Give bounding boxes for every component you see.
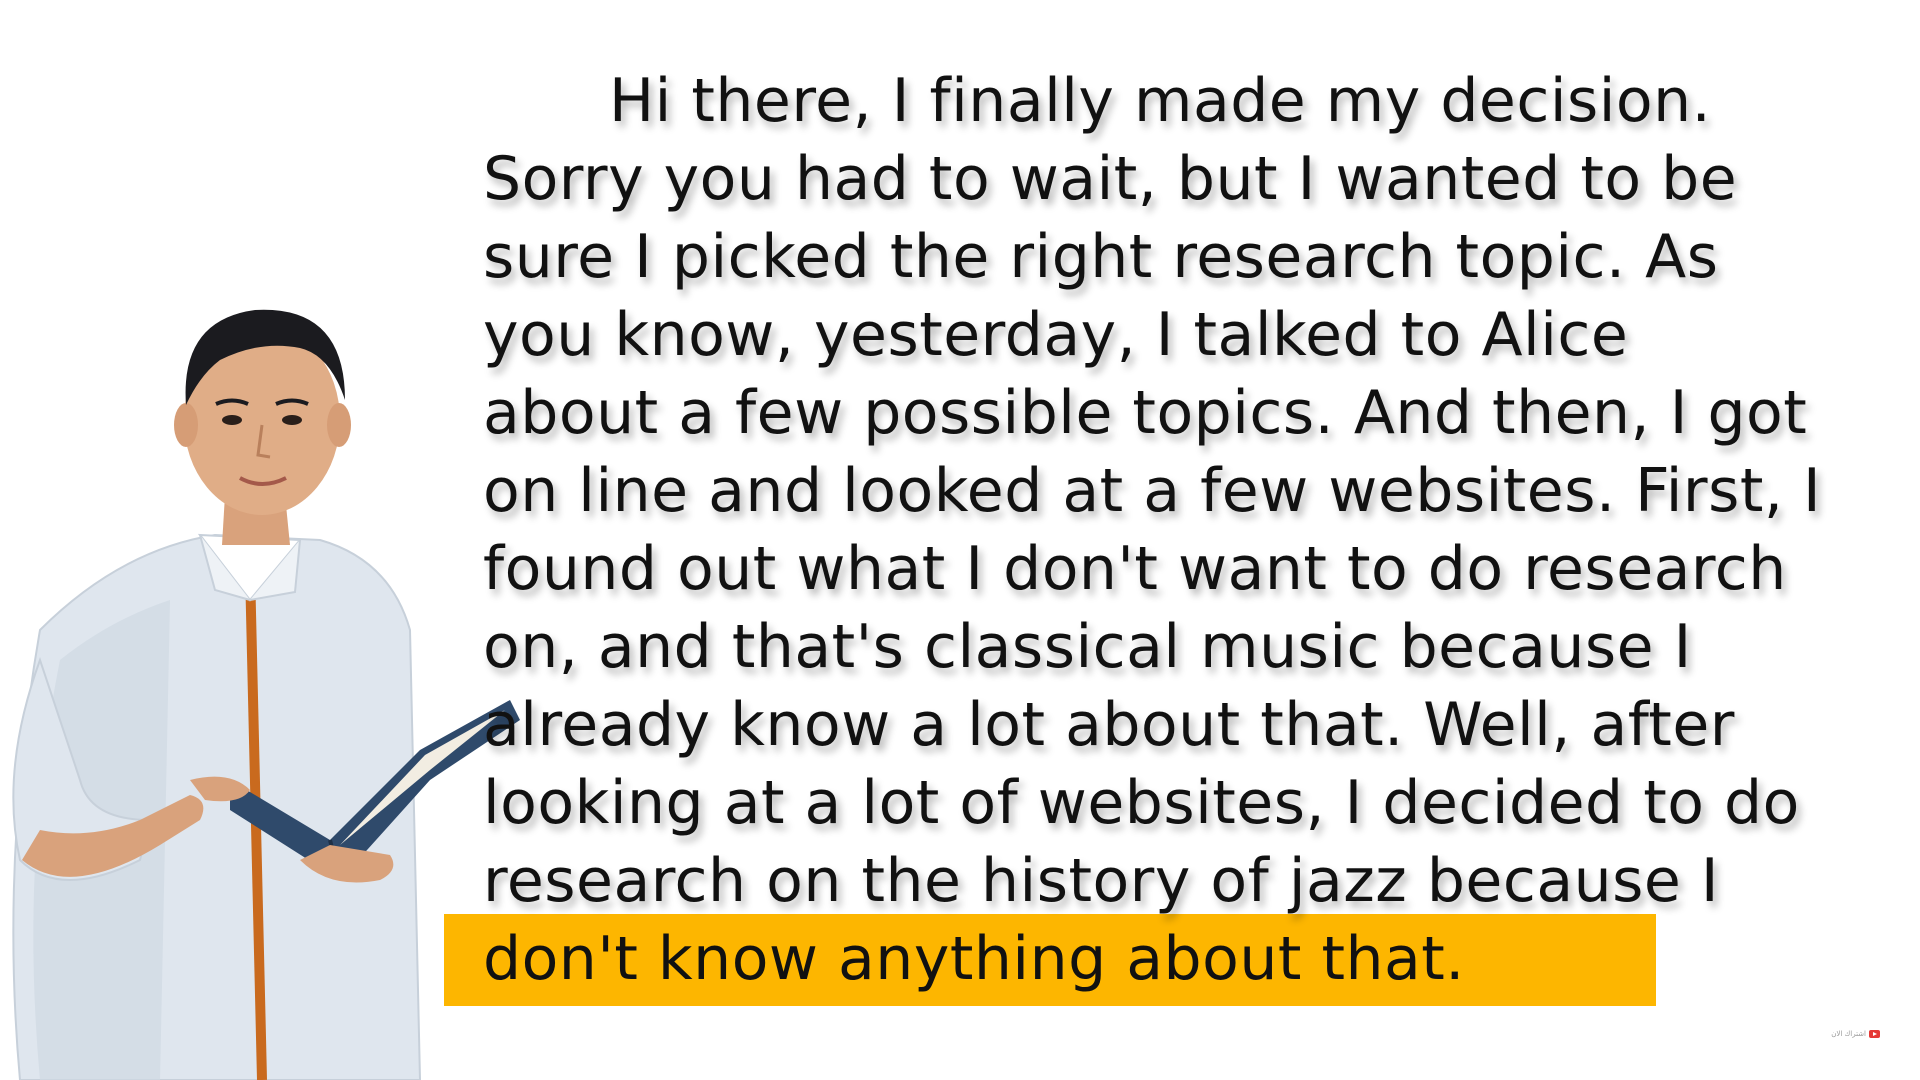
passage-line: about a few possible topics. And then, I… [483, 378, 1808, 448]
passage-line: sure I picked the right research topic. … [483, 222, 1719, 292]
passage-line: already know a lot about that. Well, aft… [483, 690, 1735, 760]
passage-line-highlighted: don't know anything about that. [483, 924, 1465, 994]
watermark-label: اشتراك الان [1831, 1030, 1866, 1038]
video-frame: Hi there, I finally made my decision. So… [0, 0, 1920, 1080]
passage-line: Sorry you had to wait, but I wanted to b… [483, 144, 1738, 214]
passage-line: research on the history of jazz because … [483, 846, 1720, 916]
passage-line: you know, yesterday, I talked to Alice [483, 300, 1629, 370]
youtube-play-icon [1869, 1030, 1880, 1038]
subscribe-watermark[interactable]: اشتراك الان [1831, 1030, 1880, 1038]
passage-line: found out what I don't want to do resear… [483, 534, 1787, 604]
reading-passage: Hi there, I finally made my decision. So… [483, 62, 1903, 998]
passage-line: on, and that's classical music because I [483, 612, 1692, 682]
passage-line: Hi there, I finally made my decision. [609, 66, 1712, 136]
passage-line: on line and looked at a few websites. Fi… [483, 456, 1822, 526]
passage-line: looking at a lot of websites, I decided … [483, 768, 1800, 838]
